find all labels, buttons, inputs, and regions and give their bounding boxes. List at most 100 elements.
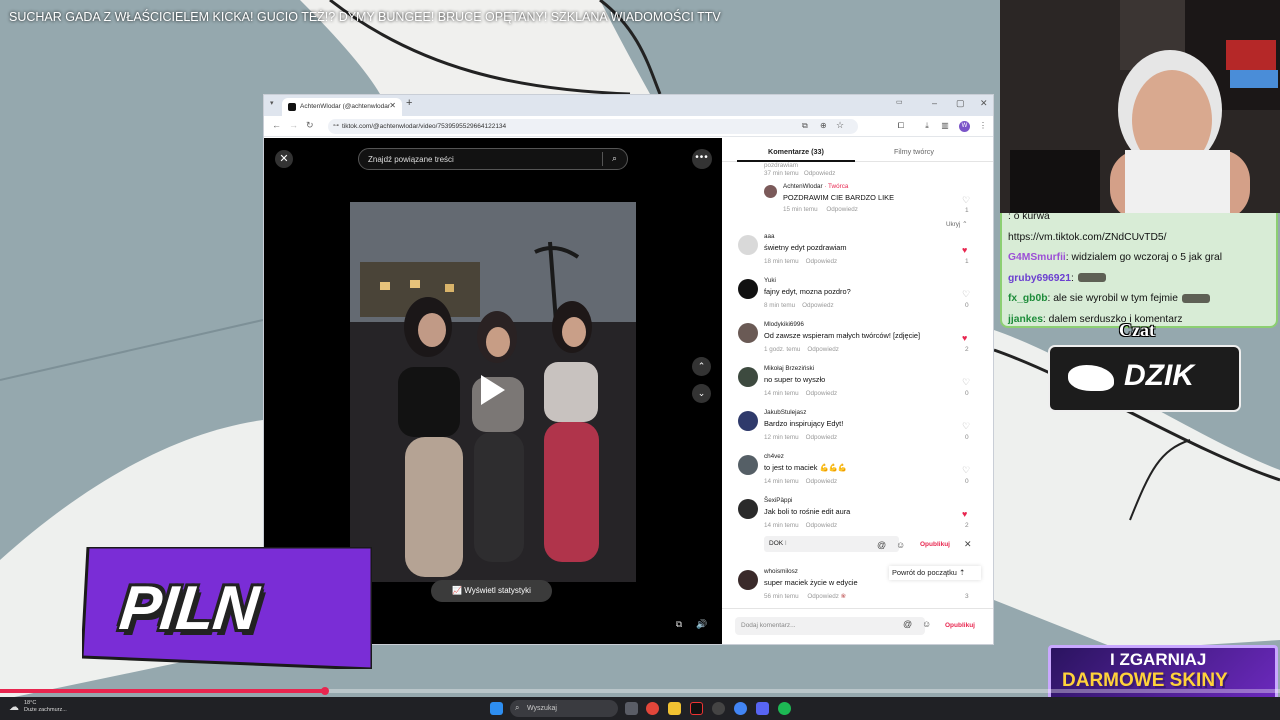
picture-in-picture-icon[interactable]: ⧉ bbox=[671, 616, 687, 632]
avatar[interactable] bbox=[738, 279, 758, 299]
like-heart-icon[interactable]: ♥ bbox=[962, 333, 967, 343]
like-heart-icon[interactable]: ♡ bbox=[962, 465, 970, 476]
tab-list-icon[interactable]: ▾ bbox=[270, 99, 274, 107]
weather-icon[interactable]: ☁ bbox=[9, 702, 19, 713]
play-icon[interactable] bbox=[481, 375, 505, 405]
close-video-button[interactable]: ✕ bbox=[275, 150, 293, 168]
previous-video-button[interactable]: ⌃ bbox=[692, 357, 711, 376]
comment-time: 15 min temu bbox=[783, 206, 818, 213]
obs-icon[interactable] bbox=[712, 702, 725, 715]
emoji-icon[interactable]: ☺ bbox=[896, 540, 905, 550]
task-view-icon[interactable] bbox=[625, 702, 638, 715]
back-icon[interactable]: ← bbox=[272, 120, 281, 130]
new-tab-icon[interactable]: + bbox=[406, 97, 412, 109]
comment-author[interactable]: Yuki bbox=[764, 277, 776, 284]
app-icon[interactable] bbox=[690, 702, 703, 715]
site-info-icon[interactable]: ⊶ bbox=[333, 122, 339, 129]
start-menu-icon[interactable] bbox=[490, 702, 503, 715]
reply-link[interactable]: Odpowiedz bbox=[806, 258, 838, 265]
file-explorer-icon[interactable] bbox=[668, 702, 681, 715]
mention-icon[interactable]: @ bbox=[877, 540, 886, 550]
extensions-icon[interactable]: ⧠ bbox=[896, 121, 906, 131]
chat-username[interactable]: fx_gb0b bbox=[1008, 293, 1047, 304]
comment-author[interactable]: ŠexiPäppi bbox=[764, 497, 792, 504]
menu-dots-icon[interactable]: ⋮ bbox=[978, 121, 988, 131]
reply-cancel-icon[interactable]: ✕ bbox=[964, 539, 972, 550]
reply-link[interactable]: Odpowiedz bbox=[806, 522, 838, 529]
sidepanel-icon[interactable]: ▥ bbox=[940, 121, 950, 131]
reply-link[interactable]: Odpowiedz bbox=[806, 390, 838, 397]
spotify-icon[interactable] bbox=[778, 702, 791, 715]
author-name[interactable]: AchtenWlodar bbox=[783, 183, 823, 190]
minimize-icon[interactable]: – bbox=[932, 98, 937, 108]
back-to-top-button[interactable]: Powrót do początku ⇡ bbox=[889, 566, 981, 580]
tab-comments[interactable]: Komentarze (33) bbox=[768, 147, 824, 156]
comment-author[interactable]: aaa bbox=[764, 233, 775, 240]
avatar[interactable] bbox=[738, 499, 758, 519]
url-field[interactable]: ⊶ tiktok.com/@achtenwlodar/video/7539595… bbox=[328, 119, 858, 134]
like-heart-icon[interactable]: ♡ bbox=[962, 289, 970, 300]
chrome-icon[interactable] bbox=[646, 702, 659, 715]
comment-author[interactable]: JakubStulejasz bbox=[764, 409, 806, 416]
avatar[interactable] bbox=[738, 235, 758, 255]
reply-publish-button[interactable]: Opublikuj bbox=[920, 541, 950, 548]
chat-message: https://vm.tiktok.com/ZNdCUvTD5/ bbox=[1008, 232, 1167, 243]
chat-message: gruby696921: bbox=[1008, 273, 1106, 284]
like-heart-icon[interactable]: ♡ bbox=[962, 195, 970, 206]
chat-username[interactable]: gruby696921 bbox=[1008, 273, 1071, 284]
comment-author[interactable]: ch4vez bbox=[764, 453, 784, 460]
download-icon[interactable]: ⤓ bbox=[922, 121, 932, 131]
reload-icon[interactable]: ↻ bbox=[306, 120, 314, 131]
like-heart-icon[interactable]: ♡ bbox=[962, 377, 970, 388]
chat-message: fx_gb0b: ale sie wyrobil w tym fejmie bbox=[1008, 293, 1210, 304]
like-heart-icon[interactable]: ♥ bbox=[962, 245, 967, 255]
publish-button[interactable]: Opublikuj bbox=[945, 622, 975, 629]
avatar[interactable] bbox=[738, 455, 758, 475]
reply-link[interactable]: Odpowiedz bbox=[806, 434, 838, 441]
search-icon[interactable]: ⌕ bbox=[608, 153, 621, 166]
forward-icon[interactable]: → bbox=[289, 120, 298, 130]
volume-icon[interactable]: 🔊 bbox=[694, 616, 710, 632]
window-close-icon[interactable]: ✕ bbox=[980, 98, 988, 109]
cast-icon[interactable]: ▭ bbox=[896, 98, 903, 106]
chat-username[interactable]: G4MSmurfii bbox=[1008, 252, 1066, 263]
avatar[interactable] bbox=[738, 411, 758, 431]
weather-widget[interactable]: 18°C Duże zachmurz... bbox=[24, 700, 67, 714]
reply-link[interactable]: Odpowiedz bbox=[826, 206, 858, 213]
like-heart-icon[interactable]: ♡ bbox=[962, 421, 970, 432]
comment-author[interactable]: whoismilosz bbox=[764, 568, 798, 575]
taskbar-search[interactable]: ⌕ Wyszukaj bbox=[510, 700, 618, 717]
reply-link[interactable]: Odpowiedz bbox=[806, 478, 838, 485]
like-heart-icon[interactable]: ♥ bbox=[962, 509, 967, 519]
maximize-icon[interactable]: ▢ bbox=[956, 98, 965, 109]
view-stats-button[interactable]: 📈 Wyświetl statystyki bbox=[431, 580, 552, 602]
bookmark-star-icon[interactable]: ☆ bbox=[836, 120, 844, 131]
reply-link[interactable]: Odpowiedz bbox=[804, 170, 836, 177]
avatar[interactable] bbox=[738, 323, 758, 343]
chat-username[interactable]: jjankes bbox=[1008, 314, 1043, 325]
profile-avatar[interactable]: W bbox=[959, 121, 970, 132]
avatar[interactable] bbox=[738, 367, 758, 387]
reply-link[interactable]: Odpowiedz bbox=[807, 346, 839, 353]
comment-author[interactable]: Mlodykiki6996 bbox=[764, 321, 804, 328]
comment-author[interactable]: Mikołaj Brzeziński bbox=[764, 365, 814, 372]
emoji-icon[interactable]: ☺ bbox=[922, 619, 931, 629]
browser-tab[interactable]: AchtenWlodar (@achtenwlodar ✕ bbox=[282, 98, 402, 116]
share-icon[interactable]: ⊕ bbox=[820, 121, 827, 130]
more-options-button[interactable]: ••• bbox=[692, 149, 712, 169]
install-icon[interactable]: ⧉ bbox=[802, 121, 808, 131]
related-search-input[interactable]: Znajdź powiązane treści ⌕ bbox=[358, 148, 628, 170]
chrome-profile-icon[interactable] bbox=[734, 702, 747, 715]
mention-icon[interactable]: @ bbox=[903, 619, 912, 629]
hide-replies-link[interactable]: Ukryj ⌃ bbox=[946, 221, 967, 228]
add-comment-input[interactable]: Dodaj komentarz... bbox=[735, 617, 925, 635]
stream-title: SUCHAR GADA Z WŁAŚCICIELEM KICKA! GUCIO … bbox=[9, 10, 721, 24]
tab-creator-videos[interactable]: Filmy twórcy bbox=[894, 147, 934, 156]
comment-author: AchtenWlodar · Twórca bbox=[783, 183, 848, 190]
tab-close-icon[interactable]: ✕ bbox=[389, 101, 396, 110]
next-video-button[interactable]: ⌄ bbox=[692, 384, 711, 403]
comment-time: 1 godz. temu bbox=[764, 346, 801, 353]
reply-link[interactable]: Odpowiedz bbox=[802, 302, 834, 309]
discord-icon[interactable] bbox=[756, 702, 769, 715]
reply-link[interactable]: Odpowiedz bbox=[807, 593, 839, 600]
